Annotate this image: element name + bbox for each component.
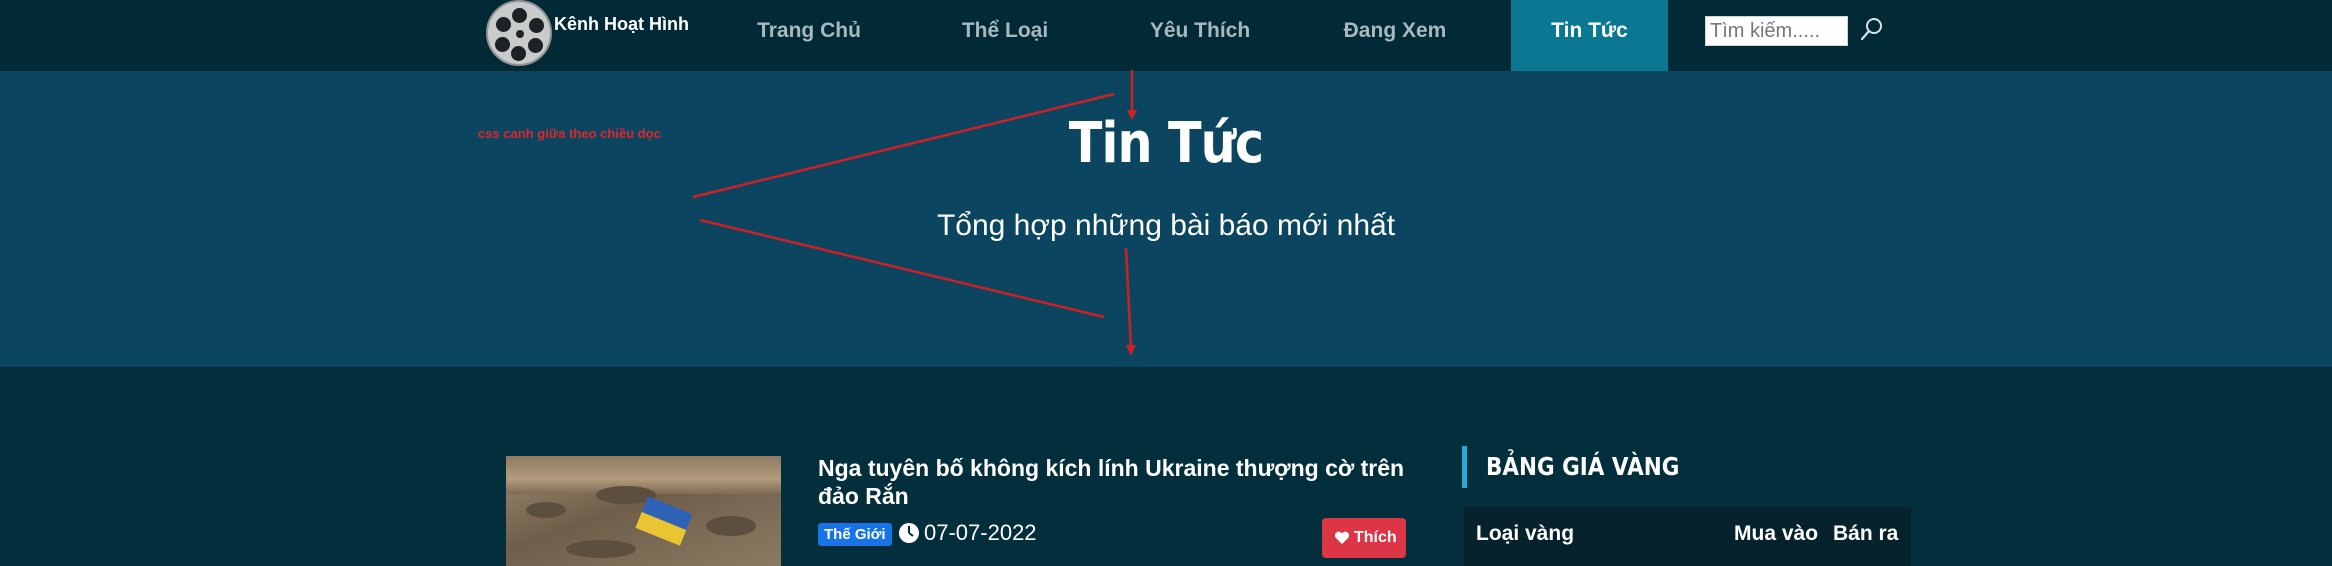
news-thumbnail[interactable] <box>506 456 781 566</box>
clock-icon <box>899 523 919 543</box>
like-button[interactable]: Thích <box>1322 518 1406 558</box>
column-header-sell: Bán ra <box>1833 522 1899 545</box>
like-label: Thích <box>1354 529 1397 546</box>
news-date: 07-07-2022 <box>924 520 1037 545</box>
widget-accent-bar <box>1462 446 1467 488</box>
column-header-type: Loại vàng <box>1476 522 1575 545</box>
heart-icon <box>1334 531 1350 544</box>
annotation-note: css canh giữa theo chiều dọc <box>478 126 661 141</box>
news-title[interactable]: Nga tuyên bố không kích lính Ukraine thư… <box>818 454 1406 510</box>
gold-widget-title: BẢNG GIÁ VÀNG <box>1486 452 1680 481</box>
category-badge[interactable]: Thế Giới <box>818 523 892 546</box>
column-header-buy: Mua vào <box>1734 522 1819 545</box>
gold-price-table: Loại vàng Mua vào Bán ra <box>1464 507 1911 566</box>
